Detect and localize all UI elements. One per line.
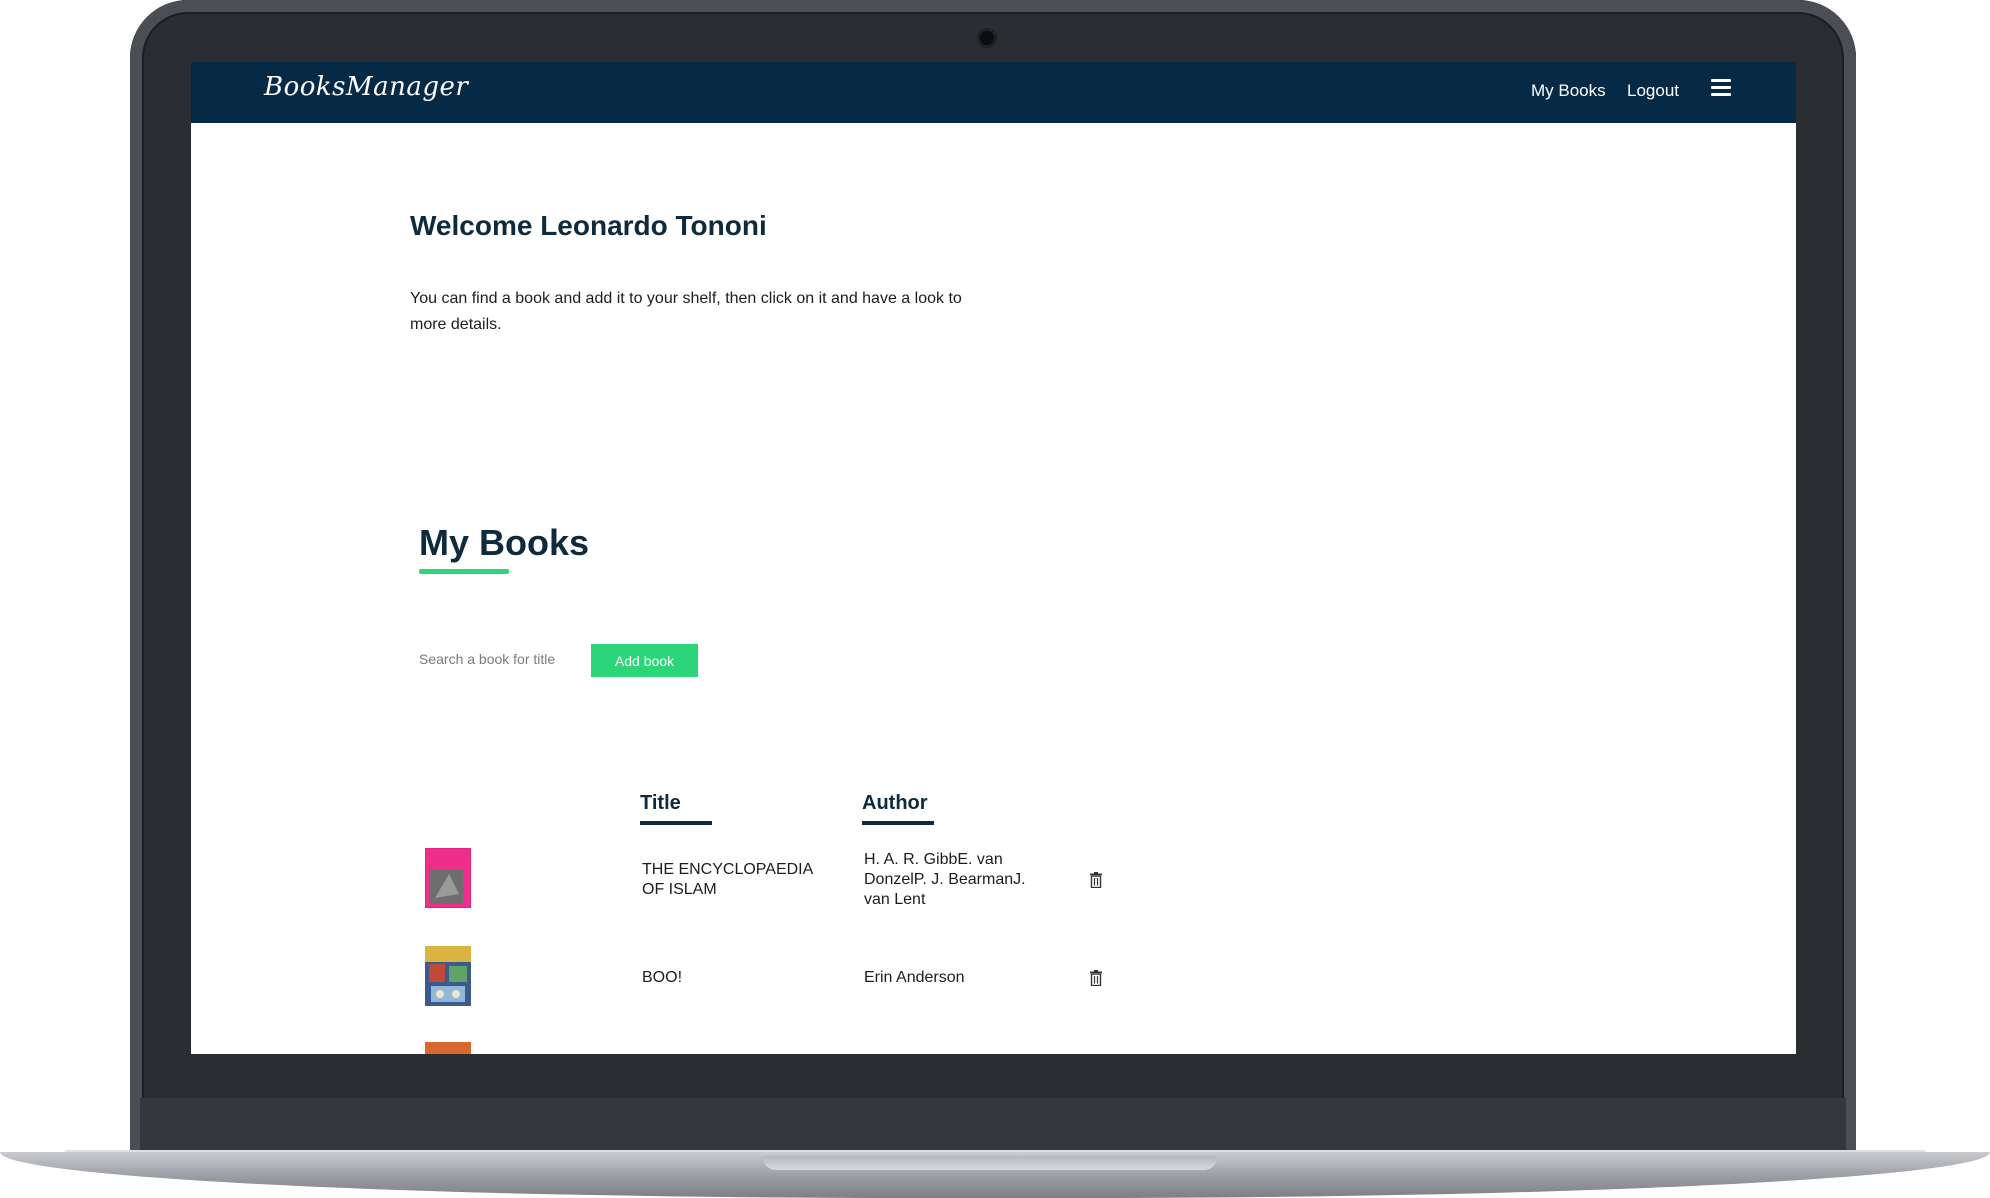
column-header-title: Title [640,792,681,814]
book-cover-image[interactable] [425,946,471,1006]
app-screen: BooksManager My Books Logout Welcome Leo… [191,62,1796,1054]
nav-link-logout[interactable]: Logout [1627,81,1679,101]
add-book-button[interactable]: Add book [591,644,698,677]
my-books-title-underline [419,569,509,574]
table-row: THE ENCYCLOPAEDIA OF ISLAM H. A. R. Gibb… [191,844,1796,926]
table-row: BOO! Erin Anderson [191,942,1796,1024]
book-cover-image[interactable] [425,1042,471,1054]
navbar: BooksManager My Books Logout [191,62,1796,123]
hamburger-menu-icon[interactable] [1711,79,1731,97]
book-author: Erin Anderson [864,969,965,986]
book-author: H. A. R. GibbE. van DonzelP. J. BearmanJ… [864,851,1026,908]
column-header-title-underline [640,821,712,825]
table-row-partial [191,1042,1796,1054]
nav-link-my-books[interactable]: My Books [1531,81,1606,101]
book-title[interactable]: THE ENCYCLOPAEDIA OF ISLAM [642,860,822,900]
laptop-base-notch [762,1156,1218,1170]
column-header-author-underline [862,821,934,825]
book-title[interactable]: BOO! [642,968,822,988]
webcam-icon [980,31,994,45]
book-cover-image[interactable] [425,848,471,908]
book-search-input[interactable] [419,643,569,675]
column-header-author: Author [862,792,928,814]
welcome-title: Welcome Leonardo Tononi [410,210,767,241]
trash-icon[interactable] [1089,970,1103,986]
trash-icon[interactable] [1089,872,1103,888]
welcome-text: You can find a book and add it to your s… [410,290,962,333]
my-books-title: My Books [419,522,590,563]
brand-logo[interactable]: BooksManager [264,72,468,102]
